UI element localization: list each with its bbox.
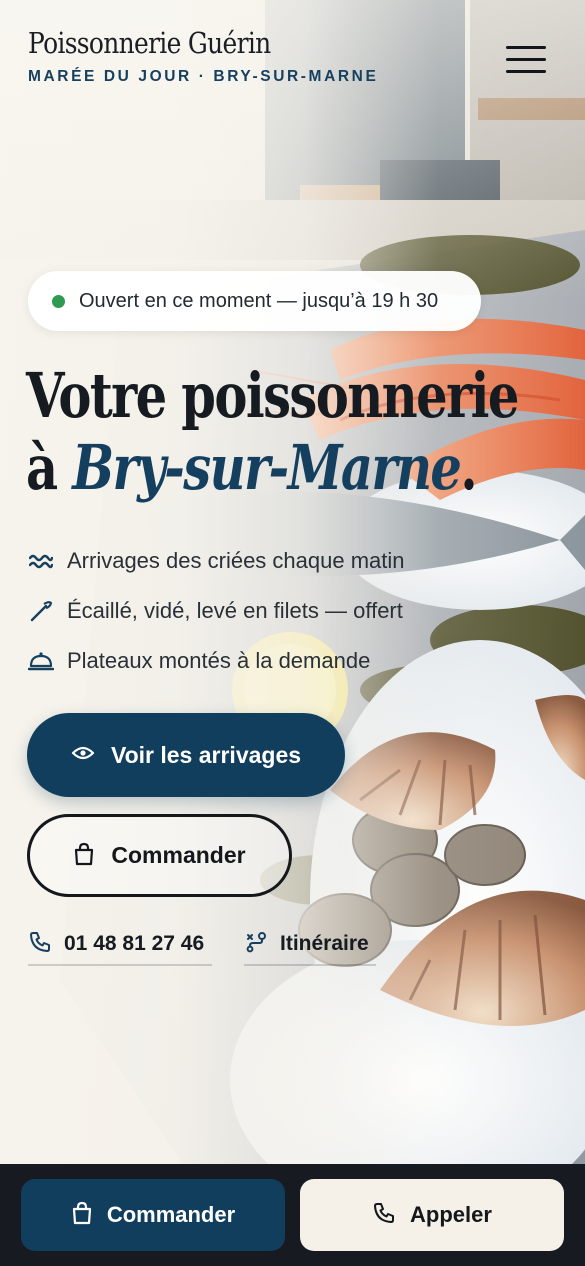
- phone-link[interactable]: 01 48 81 27 46: [28, 924, 212, 966]
- brand-tagline: MARÉE DU JOUR · BRY-SUR-MARNE: [28, 68, 379, 85]
- brand-logo[interactable]: Poissonnerie Guérin MARÉE DU JOUR · BRY-…: [28, 26, 378, 86]
- bottom-call-button[interactable]: Appeler: [300, 1179, 564, 1251]
- menu-button[interactable]: [500, 36, 552, 82]
- directions-link[interactable]: Itinéraire: [244, 924, 376, 966]
- feature-label: Écaillé, vidé, levé en filets — offert: [67, 598, 403, 623]
- hero-title: Votre poissonnerie à Bry-sur-Marne.: [26, 359, 519, 504]
- feature-item: Arrivages des criées chaque matin: [28, 536, 405, 586]
- status-text: Ouvert en ce moment — jusqu’à 19 h 30: [79, 289, 439, 312]
- view-arrivals-button[interactable]: Voir les arrivages: [27, 713, 345, 797]
- hero-title-accent: Bry-sur-Marne: [72, 431, 462, 504]
- waves-icon: [28, 548, 54, 574]
- eye-icon: [71, 744, 95, 766]
- bottom-call-label: Appeler: [410, 1202, 492, 1227]
- hero-title-suffix: .: [460, 431, 477, 504]
- directions-label: Itinéraire: [280, 932, 369, 955]
- shopping-bag-icon: [73, 842, 95, 870]
- hamburger-menu-icon-bar: [506, 69, 546, 73]
- bottom-order-button[interactable]: Commander: [21, 1179, 285, 1251]
- bottom-order-label: Commander: [106, 1202, 236, 1227]
- order-button[interactable]: Commander: [27, 814, 292, 897]
- feature-label: Arrivages des criées chaque matin: [67, 548, 405, 573]
- route-icon: [244, 930, 268, 958]
- open-status-badge: Ouvert en ce moment — jusqu’à 19 h 30: [28, 271, 481, 331]
- sticky-bottom-bar: Commander Appeler: [0, 1164, 585, 1266]
- brand-name: Poissonnerie Guérin: [28, 26, 271, 60]
- cloche-icon: [28, 648, 54, 674]
- status-dot-icon: [52, 294, 65, 308]
- order-button-label: Commander: [111, 842, 246, 868]
- shopping-bag-icon: [71, 1201, 93, 1229]
- phone-icon: [372, 1201, 396, 1229]
- view-arrivals-label: Voir les arrivages: [110, 741, 302, 768]
- feature-item: Plateaux montés à la demande: [28, 636, 405, 686]
- feature-item: Écaillé, vidé, levé en filets — offert: [28, 586, 405, 636]
- hero-title-prefix: à: [26, 431, 73, 504]
- hamburger-menu-icon: [506, 45, 546, 49]
- phone-number: 01 48 81 27 46: [64, 932, 205, 955]
- knife-icon: [28, 598, 54, 624]
- hero-title-line1: Votre poissonnerie: [26, 359, 519, 432]
- phone-icon: [28, 930, 52, 958]
- hamburger-menu-icon-bar: [506, 57, 546, 61]
- feature-label: Plateaux montés à la demande: [67, 648, 371, 673]
- feature-list: Arrivages des criées chaque matin Écaill…: [28, 536, 405, 686]
